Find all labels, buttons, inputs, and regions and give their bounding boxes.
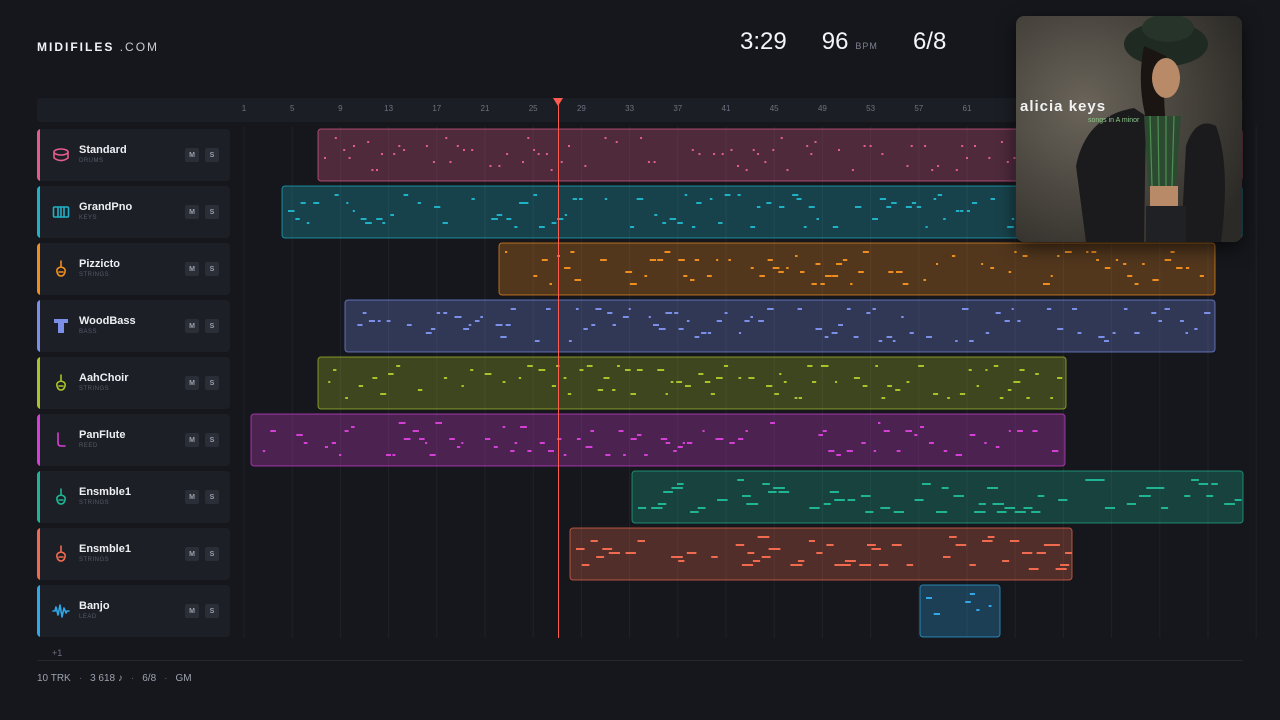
playhead[interactable] bbox=[558, 100, 559, 638]
footer-divider bbox=[37, 660, 1243, 661]
album-title-text: songs in A minor bbox=[1088, 117, 1140, 124]
midi-clip[interactable] bbox=[919, 584, 1001, 638]
midi-clip[interactable] bbox=[317, 356, 1067, 410]
footer-note-count: 3 618 ♪ bbox=[90, 673, 123, 684]
album-cover: alicia keys songs in A minor bbox=[1016, 16, 1242, 242]
footer-midi-standard: GM bbox=[175, 673, 192, 684]
midi-clip[interactable] bbox=[631, 470, 1244, 524]
album-artist-text: alicia keys bbox=[1020, 98, 1106, 115]
more-tracks-indicator[interactable]: +1 bbox=[52, 648, 62, 658]
midi-clip[interactable] bbox=[344, 299, 1216, 353]
midi-clip[interactable] bbox=[250, 413, 1066, 467]
footer-info: 10 TRK · 3 618 ♪ · 6/8 · GM bbox=[37, 673, 192, 684]
footer-time-signature: 6/8 bbox=[142, 673, 157, 684]
footer-track-count: 10 TRK bbox=[37, 673, 71, 684]
album-cover-art: alicia keys songs in A minor bbox=[1016, 16, 1242, 242]
